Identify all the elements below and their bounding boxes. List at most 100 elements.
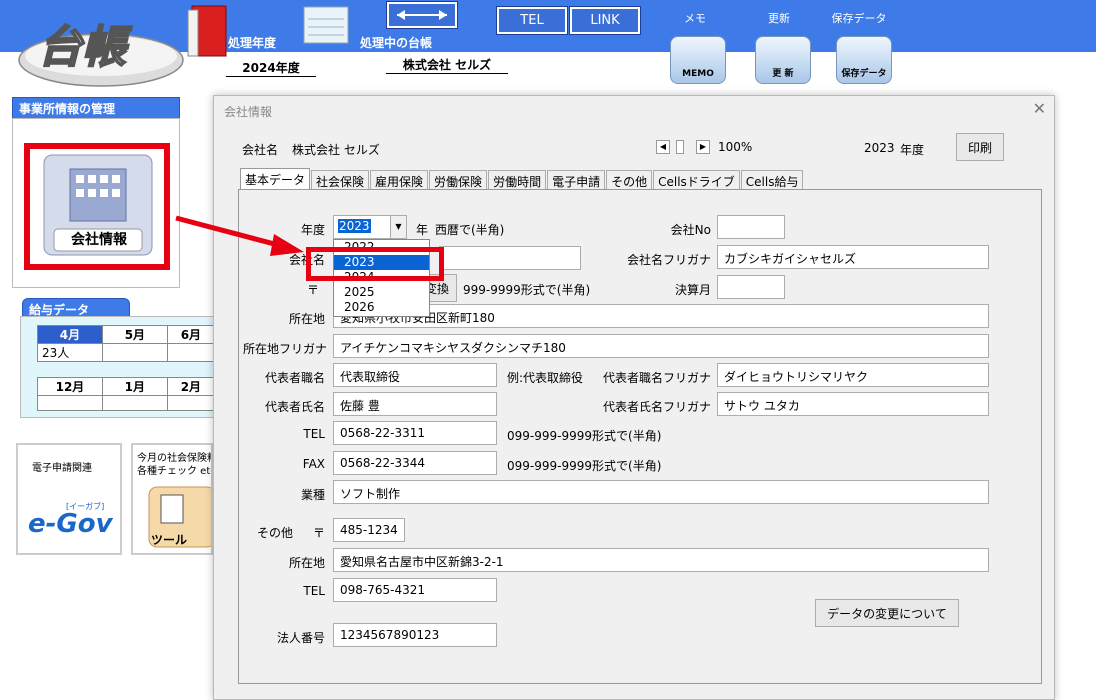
tab-cells-salary[interactable]: Cells給与: [740, 170, 804, 190]
year-hint: 西暦で(半角): [435, 223, 505, 237]
ledger-label: 処理中の台帳: [360, 36, 433, 50]
postal-mark: 〒: [307, 283, 320, 297]
fax-hint: 099-999-9999形式で(半角): [507, 459, 662, 473]
egov-button[interactable]: 電子申請関連 [イーガブ] e-Gov: [16, 443, 122, 555]
address-field[interactable]: 愛知県小牧市安田区新町180: [333, 304, 989, 328]
address-kana-field[interactable]: アイチケンコマキシヤスダクシンマチ180: [333, 334, 989, 358]
year-option[interactable]: 2026: [334, 300, 429, 315]
year-value: 2024年度: [226, 59, 316, 77]
count-6: [166, 343, 216, 362]
address-label: 所在地: [288, 312, 325, 326]
year-label: 処理年度: [228, 36, 277, 50]
company-name-label: 会社名: [242, 143, 279, 157]
closing-month-field[interactable]: [717, 275, 785, 299]
check-caption-2: 各種チェック etc: [137, 466, 213, 477]
calendar-icon: [303, 6, 349, 44]
rep-name-label: 代表者氏名: [264, 400, 325, 414]
zoom-decrease-icon[interactable]: ◀: [656, 140, 670, 154]
update-caption: 更新: [768, 12, 790, 25]
annotation-arrow: [175, 215, 304, 256]
tel-label: TEL: [303, 427, 325, 441]
count-4: 23人: [37, 343, 103, 362]
ledger-logo: 台帳: [18, 21, 184, 87]
industry-field[interactable]: ソフト制作: [333, 480, 989, 504]
ledger-value: 株式会社 セルズ: [386, 56, 508, 74]
salary-months-bottom: 12月 1月 2月: [37, 377, 216, 411]
year-option[interactable]: 2025: [334, 285, 429, 300]
kana-label: 会社名フリガナ: [626, 253, 711, 267]
company-name-value: 株式会社 セルズ: [292, 143, 380, 157]
zoom-control: ◀ ▶ 100%: [656, 140, 752, 154]
company-info-dialog: 会社情報 ✕ 会社名 株式会社 セルズ ◀ ▶ 100% 2023 年度 印刷 …: [213, 95, 1055, 700]
month-12[interactable]: 12月: [37, 377, 103, 396]
company-name-field[interactable]: [439, 246, 581, 270]
company-no-field[interactable]: [717, 215, 785, 239]
address-kana-label: 所在地フリガナ: [243, 342, 328, 356]
tab-e-application[interactable]: 電子申請: [547, 170, 606, 190]
rep-name-field[interactable]: 佐藤 豊: [333, 392, 497, 416]
rep-name-kana-label: 代表者氏名フリガナ: [602, 400, 711, 414]
zoom-increase-icon[interactable]: ▶: [696, 140, 710, 154]
rep-title-label: 代表者職名: [264, 371, 325, 385]
month-1[interactable]: 1月: [101, 377, 168, 396]
tab-labor-insurance[interactable]: 労働保険: [429, 170, 488, 190]
other-address-label: 所在地: [288, 556, 325, 570]
other-postal-field[interactable]: 485-1234: [333, 518, 405, 542]
rep-title-example: 例:代表取締役: [507, 371, 584, 385]
tab-employment-insurance[interactable]: 雇用保険: [370, 170, 429, 190]
month-5[interactable]: 5月: [101, 325, 168, 344]
tab-other[interactable]: その他: [606, 170, 653, 190]
month-6[interactable]: 6月: [166, 325, 216, 344]
egov-caption: 電子申請関連: [32, 463, 92, 474]
tel-button[interactable]: TEL: [496, 6, 568, 35]
link-button[interactable]: LINK: [569, 6, 641, 35]
rep-title-field[interactable]: 代表取締役: [333, 363, 497, 387]
month-4[interactable]: 4月: [37, 325, 103, 344]
tel-field[interactable]: 0568-22-3311: [333, 421, 497, 445]
other-label: その他: [257, 526, 294, 540]
tab-bar: 基本データ 社会保険 雇用保険 労働保険 労働時間 電子申請 その他 Cells…: [240, 168, 804, 190]
corp-no-label: 法人番号: [276, 631, 325, 645]
tab-working-hours[interactable]: 労働時間: [488, 170, 547, 190]
company-no-label: 会社No: [670, 223, 711, 237]
tel-hint: 099-999-9999形式で(半角): [507, 429, 662, 443]
tab-basic-data[interactable]: 基本データ: [240, 168, 311, 190]
year-suffix: 年: [416, 223, 429, 237]
company-info-button[interactable]: 会社情報: [24, 143, 170, 270]
salary-panel: 4月 5月 6月 23人 12月 1月 2月: [20, 316, 216, 418]
year-select[interactable]: 2023 ▼: [333, 215, 407, 239]
rep-name-kana-field[interactable]: サトウ ユタカ: [717, 392, 989, 416]
month-2[interactable]: 2月: [166, 377, 216, 396]
tab-social-insurance[interactable]: 社会保険: [311, 170, 370, 190]
rep-title-kana-field[interactable]: ダイヒョウトリシマリヤク: [717, 363, 989, 387]
count-5: [101, 343, 168, 362]
other-address-field[interactable]: 愛知県名古屋市中区新錦3-2-1: [333, 548, 989, 572]
memo-icon[interactable]: MEMO: [670, 36, 726, 84]
print-button[interactable]: 印刷: [956, 133, 1004, 161]
year-select-value: 2023: [338, 219, 371, 233]
fiscal-year-unit: 年度: [900, 143, 925, 157]
save-data-icon[interactable]: 保存データ: [836, 36, 892, 84]
other-tel-field[interactable]: 098-765-4321: [333, 578, 497, 602]
postal-hint: 999-9999形式で(半角): [463, 283, 591, 297]
switch-ledger-button[interactable]: [386, 1, 458, 29]
corp-no-field[interactable]: 1234567890123: [333, 623, 497, 647]
check-tools-button[interactable]: 今月の社会保険料 各種チェック etc ツール: [131, 443, 213, 555]
close-icon[interactable]: ✕: [1033, 99, 1046, 118]
fiscal-year-value: 2023: [864, 141, 895, 155]
annotation-highlight-box: [306, 247, 444, 281]
logo-text: 台帳: [38, 22, 133, 73]
fax-label: FAX: [302, 457, 325, 471]
zoom-value: 100%: [718, 140, 753, 154]
tab-cells-drive[interactable]: Cellsドライブ: [653, 170, 740, 190]
egov-logo: e-Gov: [28, 509, 113, 539]
zoom-thumb[interactable]: [676, 140, 684, 154]
dialog-title: 会社情報: [224, 105, 273, 119]
update-icon[interactable]: 更 新: [755, 36, 811, 84]
rep-title-kana-label: 代表者職名フリガナ: [602, 371, 711, 385]
chevron-down-icon[interactable]: ▼: [390, 216, 406, 238]
kana-field[interactable]: カブシキガイシャセルズ: [717, 245, 989, 269]
fax-field[interactable]: 0568-22-3344: [333, 451, 497, 475]
binder-icon: [187, 5, 227, 57]
data-change-button[interactable]: データの変更について: [815, 599, 959, 627]
